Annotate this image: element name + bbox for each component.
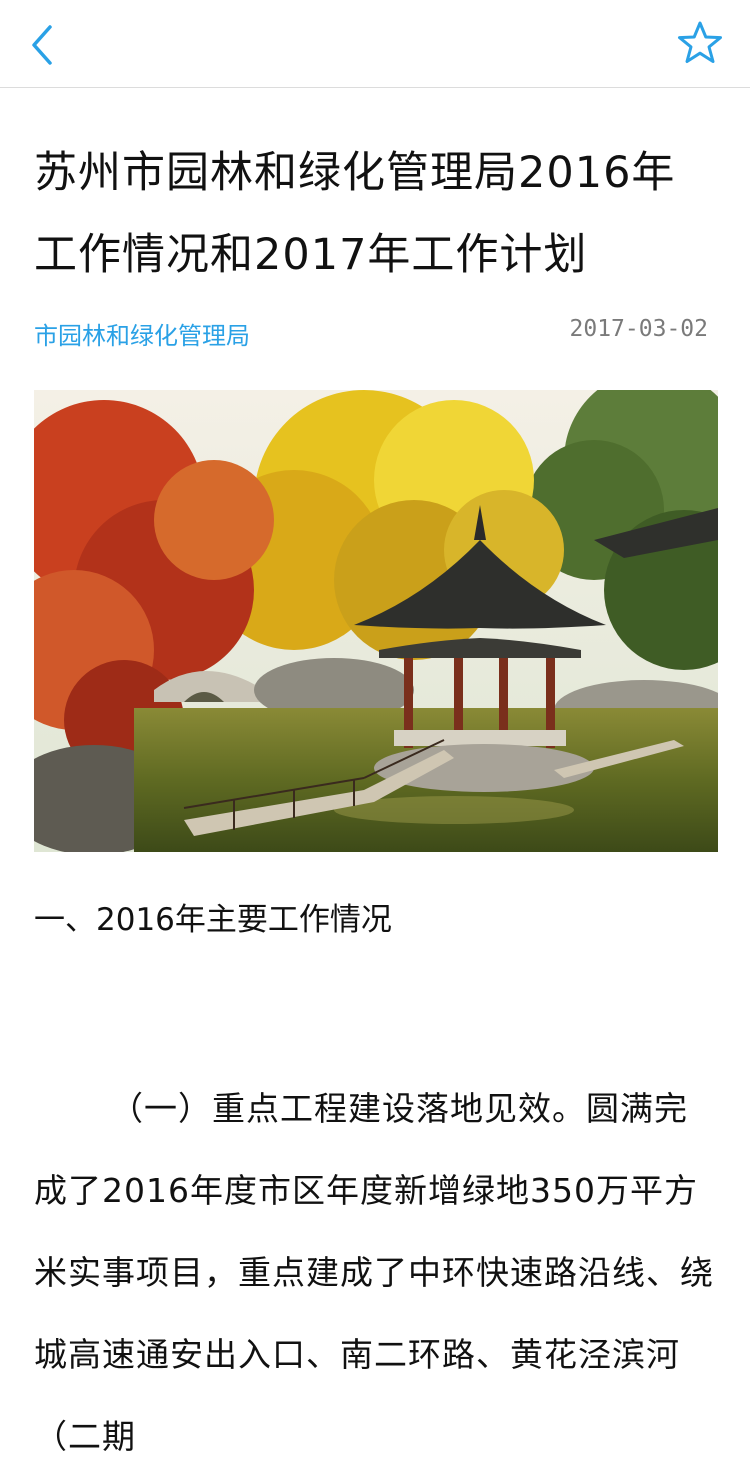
chevron-left-icon [32,25,52,65]
article-paragraph: （一）重点工程建设落地见效。圆满完成了2016年度市区年度新增绿地350万平方米… [34,1089,714,1456]
article-meta: 市园林和绿化管理局 2017-03-02 [34,316,718,356]
article-date: 2017-03-02 [569,316,708,342]
star-outline-icon [678,21,722,63]
article-source-link[interactable]: 市园林和绿化管理局 [34,316,250,351]
garden-pavilion-photo [34,390,718,852]
article-title: 苏州市园林和绿化管理局2016年工作情况和2017年工作计划 [34,148,676,280]
back-button[interactable] [18,18,70,70]
top-nav-bar [0,0,750,88]
section-heading: 一、2016年主要工作情况 [34,902,392,938]
article-body: 苏州市园林和绿化管理局2016年工作情况和2017年工作计划 市园林和绿化管理局… [34,88,718,1478]
favorite-button[interactable] [674,18,726,70]
